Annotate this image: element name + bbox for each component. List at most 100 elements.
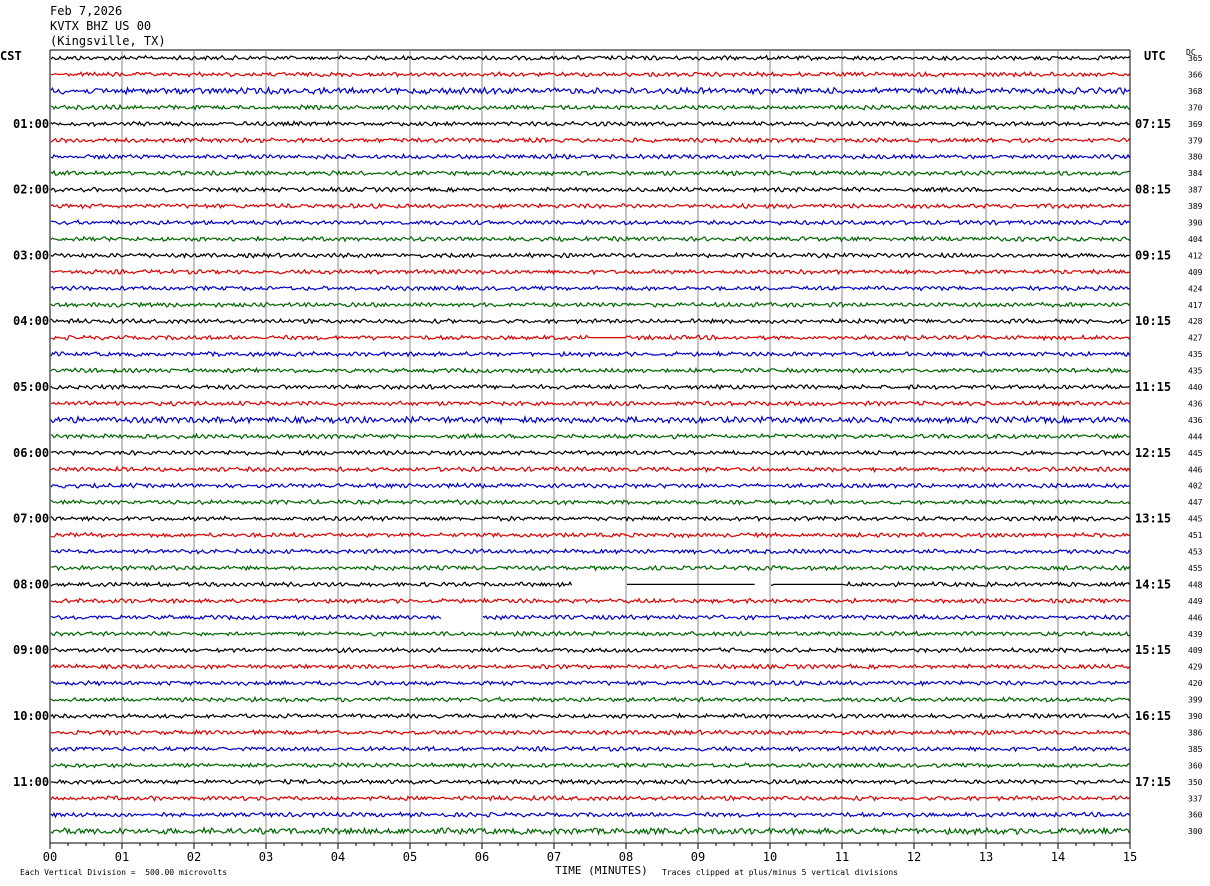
seismic-trace (50, 235, 1130, 243)
seismic-trace (50, 712, 1130, 720)
dc-value: 455 (1188, 564, 1203, 573)
utc-hour-label: 07:15 (1135, 117, 1171, 131)
dc-value: 453 (1188, 548, 1203, 557)
dc-value: 409 (1188, 646, 1203, 655)
dc-value: 379 (1188, 136, 1203, 145)
seismic-trace (50, 202, 1130, 210)
seismic-trace (50, 679, 1130, 687)
seismic-trace (50, 317, 1130, 325)
dc-value: 427 (1188, 334, 1203, 343)
x-tick-label: 06 (475, 850, 489, 864)
seismic-trace (50, 811, 1130, 819)
seismic-trace (51, 548, 1131, 556)
dc-value: 424 (1188, 284, 1203, 293)
seismic-trace (50, 251, 1130, 259)
dc-value: 439 (1188, 630, 1203, 639)
seismic-trace (50, 284, 1130, 292)
dc-value: 435 (1188, 367, 1203, 376)
seismic-trace (50, 54, 1130, 62)
x-tick-label: 03 (259, 850, 273, 864)
seismic-trace (50, 366, 1130, 375)
seismic-trace (50, 383, 1130, 391)
seismic-trace (50, 432, 1130, 440)
dc-value: 360 (1188, 811, 1203, 820)
dc-value: 445 (1188, 515, 1203, 524)
dc-value: 380 (1188, 153, 1203, 162)
x-tick-label: 05 (403, 850, 417, 864)
dc-value: 402 (1188, 482, 1203, 491)
utc-hour-label: 15:15 (1135, 643, 1171, 657)
x-axis-label: TIME (MINUTES) (555, 864, 648, 877)
dc-value: 412 (1188, 251, 1203, 260)
utc-hour-label: 08:15 (1135, 183, 1171, 197)
seismic-trace (50, 613, 1130, 621)
x-tick-label: 10 (763, 850, 777, 864)
seismic-trace (50, 350, 1131, 358)
x-tick-label: 14 (1051, 850, 1065, 864)
dc-value: 366 (1188, 70, 1203, 79)
dc-value: 385 (1188, 745, 1203, 754)
seismic-trace (50, 136, 1130, 144)
dc-value: 365 (1188, 54, 1203, 63)
dc-value: 386 (1188, 728, 1203, 737)
x-tick-label: 07 (547, 850, 561, 864)
dc-value: 444 (1188, 432, 1203, 441)
cst-hour-label: 06:00 (13, 446, 49, 460)
dc-value: 370 (1188, 103, 1203, 112)
seismic-trace (50, 465, 1130, 474)
cst-hour-label: 07:00 (13, 512, 49, 526)
seismic-trace (50, 630, 1130, 638)
grid-lines (49, 49, 1131, 844)
dc-value: 429 (1188, 663, 1203, 672)
clip-note: Traces clipped at plus/minus 5 vertical … (662, 868, 899, 877)
dc-value: 436 (1188, 399, 1203, 408)
x-tick-label: 09 (691, 850, 705, 864)
dc-value: 384 (1188, 169, 1203, 178)
seismic-trace (50, 414, 1130, 426)
seismic-trace (50, 186, 1130, 194)
utc-hour-label: 13:15 (1135, 512, 1171, 526)
dc-value: 428 (1188, 317, 1203, 326)
utc-hour-label: 11:15 (1135, 380, 1171, 394)
dc-value: 390 (1188, 712, 1203, 721)
seismic-trace (50, 152, 1131, 160)
dc-value: 417 (1188, 301, 1203, 310)
cst-hour-label: 05:00 (13, 380, 49, 394)
dc-value: 446 (1188, 465, 1203, 474)
dc-value: 451 (1188, 531, 1203, 540)
seismic-trace (50, 646, 1130, 654)
dc-value: 399 (1188, 696, 1203, 705)
seismic-trace (50, 728, 1130, 737)
x-tick-label: 00 (43, 850, 57, 864)
dc-value: 389 (1188, 202, 1203, 211)
x-axis: 00 01 02 03 04 05 06 07 08 09 10 11 12 13 14 15 (43, 843, 1137, 864)
utc-hour-label: 17:15 (1135, 775, 1171, 789)
seismic-trace (50, 218, 1130, 226)
cst-hour-label: 02:00 (13, 183, 49, 197)
seismic-trace (50, 695, 1130, 704)
seismic-trace (50, 597, 1130, 605)
dc-value: 337 (1188, 794, 1203, 803)
scale-note: Each Vertical Division = 500.00 microvol… (20, 868, 228, 877)
seismic-trace (50, 745, 1130, 753)
utc-hour-label: 10:15 (1135, 314, 1171, 328)
seismic-trace (50, 826, 1131, 837)
x-tick-label: 02 (187, 850, 201, 864)
cst-hour-label: 09:00 (13, 643, 49, 657)
cst-hour-label: 03:00 (13, 248, 49, 262)
cst-hour-label: 04:00 (13, 314, 49, 328)
dc-value: 387 (1188, 186, 1203, 195)
seismic-trace (50, 103, 1130, 111)
utc-hour-label: 12:15 (1135, 446, 1171, 460)
seismic-trace (50, 580, 1130, 588)
seismic-trace (50, 482, 1130, 490)
seismic-trace (50, 71, 1130, 78)
dc-value: 360 (1188, 761, 1203, 770)
x-tick-label: 15 (1123, 850, 1137, 864)
seismic-trace (50, 794, 1130, 802)
seismic-trace (50, 169, 1130, 177)
helicorder-plot: 00 01 02 03 04 05 06 07 08 09 10 11 12 13 14 15 365 366 3… (13, 49, 1203, 864)
dc-value: 369 (1188, 120, 1203, 129)
utc-hour-label: 16:15 (1135, 709, 1171, 723)
dc-value: 404 (1188, 235, 1203, 244)
